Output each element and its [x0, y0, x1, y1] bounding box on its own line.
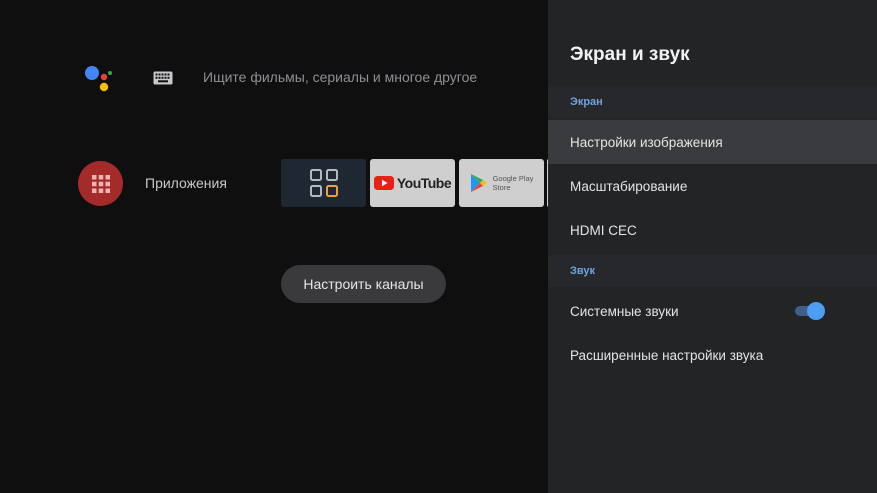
setup-channels-button[interactable]: Настроить каналы [281, 265, 446, 303]
tile-channels[interactable] [281, 159, 366, 207]
apps-grid-icon [91, 174, 110, 193]
panel-title: Экран и звук [570, 44, 690, 65]
search-input[interactable]: Ищите фильмы, сериалы и многое другое [203, 69, 477, 85]
system-sounds-toggle[interactable] [795, 302, 825, 320]
menu-item-label: Масштабирование [570, 178, 688, 194]
apps-label: Приложения [145, 175, 227, 191]
menu-item-advanced-sound-settings[interactable]: Расширенные настройки звука [548, 333, 877, 377]
menu-item-label: Настройки изображения [570, 134, 723, 150]
menu-item-scaling[interactable]: Масштабирование [548, 164, 877, 208]
section-band-sound [548, 255, 877, 287]
menu-item-system-sounds[interactable]: Системные звуки [548, 289, 877, 333]
menu-item-label: Расширенные настройки звука [570, 347, 764, 363]
menu-item-hdmi-cec[interactable]: HDMI CEC [548, 208, 877, 252]
google-play-logo-text: Google Play Store [492, 174, 534, 192]
section-header-sound: Звук [570, 265, 596, 277]
tile-youtube[interactable]: YouTube [370, 159, 455, 207]
tile-google-play-store[interactable]: Google Play Store [459, 159, 544, 207]
google-assistant-icon[interactable] [84, 64, 116, 94]
google-play-icon [470, 174, 487, 192]
channels-grid-icon [309, 169, 338, 197]
toggle-knob [807, 302, 825, 320]
section-header-screen: Экран [570, 96, 603, 108]
settings-panel: Экран и звук Экран Настройки изображения… [548, 0, 877, 493]
youtube-play-icon [373, 176, 394, 190]
android-tv-screen: Ищите фильмы, сериалы и многое другое Пр… [0, 0, 877, 493]
menu-item-label: Системные звуки [570, 303, 679, 319]
menu-item-label: HDMI CEC [570, 222, 637, 238]
menu-item-picture-settings[interactable]: Настройки изображения [548, 120, 877, 164]
keyboard-icon[interactable] [153, 71, 173, 85]
apps-button[interactable] [78, 161, 123, 206]
youtube-logo-text: YouTube [396, 175, 452, 191]
